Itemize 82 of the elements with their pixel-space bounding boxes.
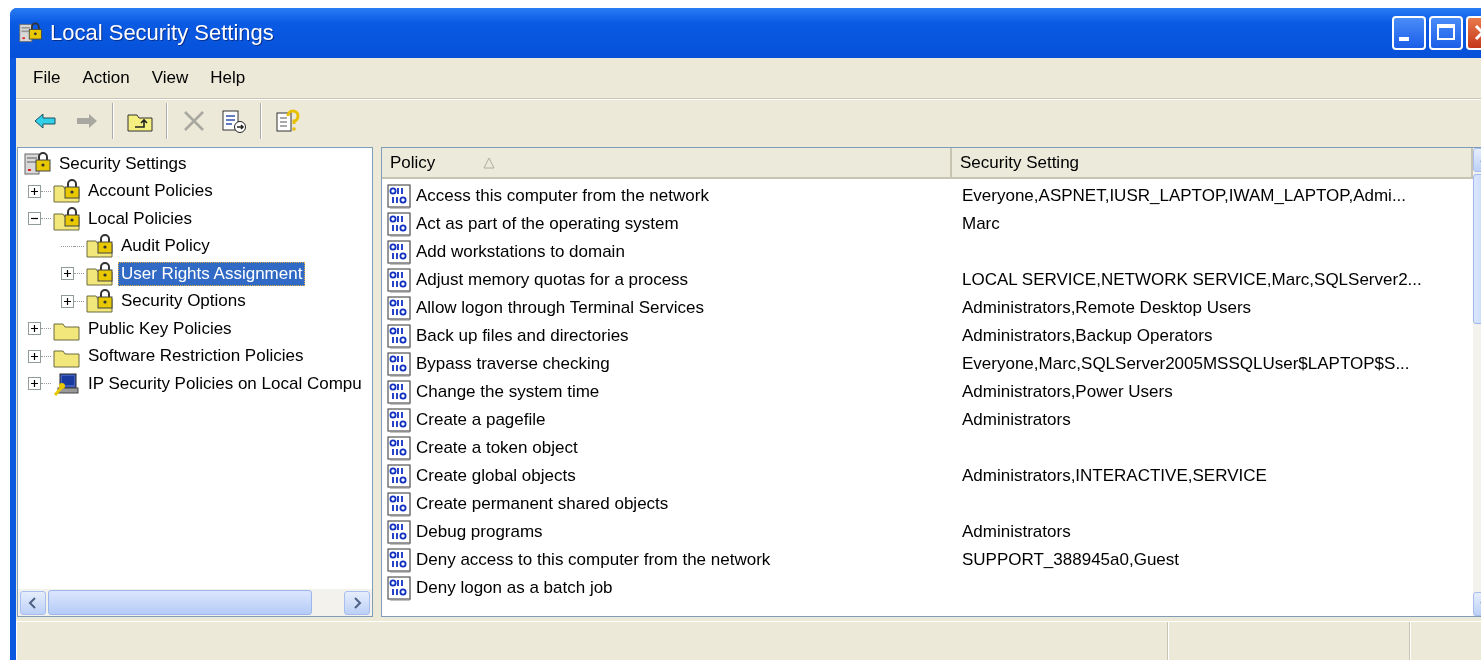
policy-name[interactable]: Create a token object: [416, 438, 578, 458]
policy-name[interactable]: Deny access to this computer from the network: [416, 550, 771, 570]
expand-icon[interactable]: [61, 267, 74, 281]
policy-name[interactable]: Bypass traverse checking: [416, 354, 610, 374]
setting-value: Everyone,Marc,SQLServer2005MSSQLUser$LAPTOP$S...: [961, 354, 1410, 374]
policy-name[interactable]: Adjust memory quotas for a process: [416, 270, 689, 290]
setting-value: Administrators,Remote Desktop Users: [961, 298, 1252, 318]
policy-icon: [386, 211, 414, 237]
policy-icon: [386, 323, 414, 349]
policy-name[interactable]: Access this computer from the network: [416, 186, 709, 206]
setting-value: Administrators,INTERACTIVE,SERVICE: [961, 466, 1267, 486]
expand-icon[interactable]: [28, 184, 41, 198]
policy-name[interactable]: Back up files and directories: [416, 326, 629, 346]
maximize-icon: [1436, 23, 1456, 43]
tree-item[interactable]: Security Settings: [56, 151, 190, 176]
help-icon: [274, 108, 302, 134]
minimize-icon: [1399, 37, 1409, 41]
tree-item[interactable]: Audit Policy: [118, 234, 213, 259]
tree-item[interactable]: Software Restriction Policies: [85, 344, 307, 369]
policy-name[interactable]: Create permanent shared objects: [416, 494, 669, 514]
server-lock-icon: [23, 150, 53, 177]
maximize-button[interactable]: [1429, 16, 1463, 50]
menu-item[interactable]: Action: [71, 68, 141, 88]
expand-icon[interactable]: [28, 349, 41, 363]
tree-item[interactable]: IP Security Policies on Local Compu: [85, 371, 365, 396]
computer-key-icon: [52, 370, 82, 397]
menu-item[interactable]: View: [140, 68, 200, 88]
expand-icon[interactable]: [61, 294, 74, 308]
scrollbar-thumb[interactable]: [48, 590, 312, 615]
locked-folder-icon: [85, 233, 115, 260]
locked-folder-icon: [85, 260, 115, 287]
policy-icon: [386, 379, 414, 405]
locked-folder-icon: [52, 205, 82, 232]
policy-name[interactable]: Debug programs: [416, 522, 543, 542]
export-list-icon: [220, 108, 248, 134]
policy-icon: [386, 491, 414, 517]
policy-icon: [386, 267, 414, 293]
caret-left-icon: [28, 596, 38, 609]
policy-icon: [386, 407, 414, 433]
setting-value: Marc: [961, 214, 1000, 234]
policy-name[interactable]: Create a pagefile: [416, 410, 546, 430]
tree-item[interactable]: Account Policies: [85, 179, 216, 204]
policy-name[interactable]: Change the system time: [416, 382, 600, 402]
policy-icon: [386, 463, 414, 489]
policy-icon: [386, 239, 414, 265]
setting-value: Everyone,ASPNET,IUSR_LAPTOP,IWAM_LAPTOP,Admi...: [961, 186, 1407, 206]
setting-value: Administrators,Backup Operators: [961, 326, 1213, 346]
policy-name[interactable]: Create global objects: [416, 466, 576, 486]
tree-item[interactable]: User Rights Assignment: [118, 261, 306, 286]
locked-folder-icon: [85, 288, 115, 315]
expand-icon[interactable]: [28, 322, 41, 336]
tree-item[interactable]: Public Key Policies: [85, 316, 235, 341]
menu-item[interactable]: Help: [199, 68, 257, 88]
minimize-button[interactable]: [1392, 16, 1426, 50]
policy-icon: [386, 295, 414, 321]
expand-icon[interactable]: [28, 377, 41, 391]
scroll-right-button[interactable]: [344, 590, 370, 615]
locked-folder-icon: [52, 178, 82, 205]
policy-icon: [386, 547, 414, 573]
policy-icon: [386, 351, 414, 377]
policy-name[interactable]: Allow logon through Terminal Services: [416, 298, 704, 318]
tree-item[interactable]: Security Options: [118, 289, 249, 314]
setting-value: Administrators: [961, 522, 1071, 542]
collapse-icon[interactable]: [28, 212, 41, 226]
menu-item[interactable]: File: [22, 68, 72, 88]
tree-item[interactable]: Local Policies: [85, 206, 195, 231]
policy-icon: [386, 519, 414, 545]
policy-icon: [386, 435, 414, 461]
scroll-left-button[interactable]: [20, 590, 46, 615]
policy-name[interactable]: Act as part of the operating system: [416, 214, 679, 234]
policy-name[interactable]: Deny logon as a batch job: [416, 578, 613, 598]
setting-value: LOCAL SERVICE,NETWORK SERVICE,Marc,SQLServer2...: [961, 270, 1422, 290]
policy-icon: [386, 575, 414, 601]
column-header[interactable]: Policy: [382, 148, 952, 177]
setting-value: SUPPORT_388945a0,Guest: [961, 550, 1180, 570]
window-title: Local Security Settings: [50, 20, 275, 46]
horizontal-scrollbar[interactable]: [18, 589, 372, 616]
setting-value: Administrators,Power Users: [961, 382, 1173, 402]
setting-value: Administrators: [961, 410, 1071, 430]
policy-icon: [386, 183, 414, 209]
policy-name[interactable]: Add workstations to domain: [416, 242, 625, 262]
caret-right-icon: [352, 596, 362, 609]
